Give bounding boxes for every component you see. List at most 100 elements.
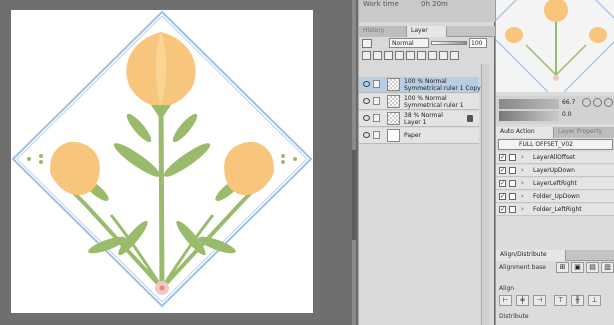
drawing-canvas[interactable] (11, 10, 313, 313)
align-label: Align (499, 285, 515, 292)
fit-icon[interactable] (604, 98, 613, 107)
layer-panel: Work time 0h 20m History Layer Normal 10… (358, 0, 495, 325)
action-label: Folder_LeftRight (533, 206, 582, 213)
chevron-right-icon[interactable]: › (521, 179, 524, 187)
canvas-vertical-scrollbar[interactable] (352, 0, 356, 325)
layer-name: Symmetrical ruler 1 Copy (404, 85, 481, 92)
action-enabled-checkbox[interactable]: ✓ (499, 180, 506, 187)
clip-icon[interactable] (362, 51, 371, 60)
layer-lock-box[interactable] (373, 97, 380, 105)
brush-stroke-preview (499, 99, 559, 109)
zoom-value[interactable]: 66.7 (562, 99, 575, 106)
align-top-icon[interactable]: ⊤ (554, 295, 567, 306)
navigator-thumbnail (496, 0, 614, 92)
visibility-eye-icon[interactable] (363, 81, 370, 87)
layer-row[interactable]: 100 % Normal Symmetrical ruler 1 (359, 94, 479, 110)
tab-history[interactable]: History (359, 26, 407, 37)
action-enabled-checkbox[interactable]: ✓ (499, 154, 506, 161)
zoom-out-icon[interactable] (582, 98, 591, 107)
action-item[interactable]: ✓ › LayerUpDown (496, 165, 614, 177)
tab-align-distribute[interactable]: Align/Distribute (496, 250, 566, 261)
rotation-value[interactable]: 0.0 (562, 111, 572, 118)
layer-name: Symmetrical ruler 1 (404, 102, 464, 109)
action-dialog-checkbox[interactable] (509, 180, 516, 187)
canvas-area[interactable] (0, 0, 356, 325)
alignment-base-label: Alignment base (499, 264, 546, 271)
new-folder-icon[interactable] (417, 51, 426, 60)
visibility-eye-icon[interactable] (363, 132, 370, 138)
action-label: LayerAllOffset (533, 154, 576, 161)
action-item[interactable]: ✓ › LayerLeftRight (496, 178, 614, 190)
align-base-more-icon[interactable]: ▥ (601, 262, 614, 273)
layer-name: Layer 1 (404, 119, 427, 126)
align-base-canvas-icon[interactable]: ▣ (571, 262, 584, 273)
flower-artwork (11, 10, 313, 308)
action-item[interactable]: ✓ › Folder_LeftRight (496, 204, 614, 216)
lock-icon (467, 115, 473, 122)
action-enabled-checkbox[interactable]: ✓ (499, 167, 506, 174)
opacity-value[interactable]: 100 (469, 38, 487, 48)
layer-row[interactable]: Paper (359, 128, 479, 144)
visibility-eye-icon[interactable] (363, 115, 370, 121)
blend-row: Normal 100 (359, 38, 495, 49)
opacity-slider[interactable] (431, 41, 467, 45)
layer-mode: 100 % Normal (404, 78, 447, 85)
layer-name: Paper (404, 132, 421, 139)
action-set-select[interactable]: FULL OFFSET_V02 (498, 139, 613, 150)
distribute-label: Distribute (499, 313, 529, 320)
paper-thumbnail (387, 129, 400, 142)
layer-tab-row: History Layer (359, 26, 495, 37)
edit-pencil-icon[interactable] (373, 80, 380, 88)
blend-mode-select[interactable]: Normal (389, 38, 429, 48)
align-bottom-icon[interactable]: ⊥ (588, 295, 601, 306)
status-bar: Work time 0h 20m (359, 0, 495, 22)
navigator-preview[interactable] (496, 0, 614, 92)
action-dialog-checkbox[interactable] (509, 167, 516, 174)
chevron-right-icon[interactable]: › (521, 192, 524, 200)
chevron-right-icon[interactable]: › (521, 166, 524, 174)
reference-icon[interactable] (373, 51, 382, 60)
layer-thumbnail (387, 112, 400, 125)
merge-icon[interactable] (428, 51, 437, 60)
tab-auto-action[interactable]: Auto Action (496, 127, 554, 138)
mask-icon[interactable] (395, 51, 404, 60)
layer-mode: 38 % Normal (404, 112, 443, 119)
action-dialog-checkbox[interactable] (509, 154, 516, 161)
align-base-key-icon[interactable]: ▤ (586, 262, 599, 273)
action-label: LayerLeftRight (533, 180, 577, 187)
layer-color-icon[interactable] (362, 39, 372, 48)
visibility-eye-icon[interactable] (363, 98, 370, 104)
align-base-selection-icon[interactable]: ⊞ (556, 262, 569, 273)
align-left-icon[interactable]: ⊢ (499, 295, 512, 306)
stroke-preview (499, 111, 559, 121)
action-item[interactable]: ✓ › Folder_UpDown (496, 191, 614, 203)
right-panel: 66.7 0.0 Auto Action Layer Property FULL… (495, 0, 614, 325)
layer-lock-box[interactable] (373, 131, 380, 139)
settings-icon[interactable] (450, 51, 459, 60)
work-time-label: Work time (363, 0, 399, 8)
action-enabled-checkbox[interactable]: ✓ (499, 206, 506, 213)
navigator-controls: 66.7 0.0 (496, 96, 614, 124)
zoom-in-icon[interactable] (593, 98, 602, 107)
layer-toolbar (359, 50, 495, 62)
action-dialog-checkbox[interactable] (509, 193, 516, 200)
new-layer-icon[interactable] (406, 51, 415, 60)
layer-row[interactable]: 38 % Normal Layer 1 (359, 111, 479, 127)
align-right-icon[interactable]: ⊣ (533, 295, 546, 306)
chevron-right-icon[interactable]: › (521, 153, 524, 161)
delete-icon[interactable] (439, 51, 448, 60)
layer-row[interactable]: 100 % Normal Symmetrical ruler 1 Copy (359, 77, 481, 93)
layer-scrollbar[interactable] (481, 64, 489, 325)
tab-layer-property[interactable]: Layer Property (554, 127, 614, 138)
layer-lock-box[interactable] (373, 114, 380, 122)
action-enabled-checkbox[interactable]: ✓ (499, 193, 506, 200)
layer-thumbnail (387, 95, 400, 108)
align-middle-icon[interactable]: ╫ (571, 295, 584, 306)
lock-icon[interactable] (384, 51, 393, 60)
tab-layer[interactable]: Layer (407, 26, 447, 37)
action-item[interactable]: ✓ › LayerAllOffset (496, 152, 614, 164)
chevron-right-icon[interactable]: › (521, 205, 524, 213)
action-dialog-checkbox[interactable] (509, 206, 516, 213)
align-tab-row: Align/Distribute (496, 250, 614, 261)
align-center-icon[interactable]: ╪ (516, 295, 529, 306)
